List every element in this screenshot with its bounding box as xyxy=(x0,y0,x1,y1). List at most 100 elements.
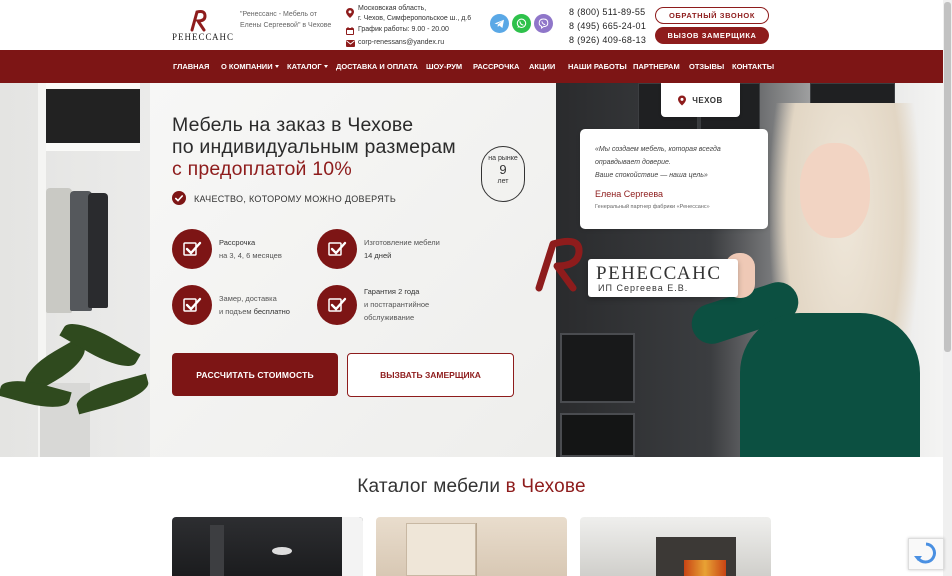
nav-item-label: ГЛАВНАЯ xyxy=(173,62,210,71)
catalog-card-wardrobes[interactable] xyxy=(376,517,567,576)
catalog-title-accent: в Чехове xyxy=(505,476,586,497)
nav-item-label: ОТЗЫВЫ xyxy=(689,62,725,71)
years-number: 9 xyxy=(499,162,507,177)
hero-title-accent: с предоплатой 10% xyxy=(172,158,352,180)
scrollbar-thumb[interactable] xyxy=(944,2,951,352)
person-body xyxy=(740,313,920,457)
card-image-detail xyxy=(476,523,477,576)
callback-button[interactable]: ОБРАТНЫЙ ЗВОНОК xyxy=(655,7,769,24)
nav-item-installment[interactable]: РАССРОЧКА xyxy=(473,62,519,71)
nav-item-delivery[interactable]: ДОСТАВКА И ОПЛАТА xyxy=(336,62,418,71)
plant-leaf xyxy=(73,373,152,415)
wardrobe-door xyxy=(406,523,476,576)
feature-title: Замер, доставка xyxy=(219,294,277,303)
nav-item-partners[interactable]: ПАРТНЕРАМ xyxy=(633,62,680,71)
feature-detail: обслуживание xyxy=(364,313,415,322)
feature-detail: 14 дней xyxy=(364,251,392,260)
feature-warranty: Гарантия 2 года и постгарантийное обслуж… xyxy=(364,285,429,324)
wardrobe-shelf xyxy=(38,143,140,151)
location-pin-icon xyxy=(346,8,354,18)
site-header: РЕНЕССАНС "Ренессанс - Мебель от Елены С… xyxy=(0,0,943,50)
nav-item-label: КАТАЛОГ xyxy=(287,62,322,71)
check-icon xyxy=(172,229,212,269)
catalog-title: Каталог мебели в Чехове xyxy=(0,476,943,498)
quote-text: «Мы создаем мебель, которая всегда оправ… xyxy=(595,143,754,182)
whatsapp-icon[interactable] xyxy=(512,14,531,33)
feature-installment: Рассрочка на 3, 4, 6 месяцев xyxy=(219,236,282,262)
telegram-icon[interactable] xyxy=(490,14,509,33)
caret-down-icon xyxy=(323,65,328,68)
location-pin-icon xyxy=(678,95,687,105)
renaissance-logo-icon xyxy=(535,237,583,292)
quote-line: «Мы создаем мебель, которая всегда xyxy=(595,146,721,153)
nav-item-contacts[interactable]: КОНТАКТЫ xyxy=(732,62,774,71)
hero-title-line: Мебель на заказ в Чехове xyxy=(172,114,414,136)
phone-list: 8 (800) 511-89-55 8 (495) 665-24-01 8 (9… xyxy=(569,5,646,47)
owner-quote-card: «Мы создаем мебель, которая всегда оправ… xyxy=(580,129,768,229)
phone-1[interactable]: 8 (800) 511-89-55 xyxy=(569,5,646,19)
nav-item-promotions[interactable]: АКЦИИ xyxy=(529,62,555,71)
sign-owner: ИП Сергеева Е.В. xyxy=(594,283,693,293)
quote-author: Елена Сергеева xyxy=(595,189,664,199)
city-name: ЧЕХОВ xyxy=(692,95,723,105)
call-measurer-hero-button[interactable]: ВЫЗВАТЬ ЗАМЕРЩИКА xyxy=(347,353,514,397)
hanging-coat xyxy=(88,193,108,308)
nav-item-label: РАССРОЧКА xyxy=(473,62,520,71)
hanging-coat xyxy=(46,188,72,313)
caret-down-icon xyxy=(274,65,279,68)
feature-title: Рассрочка xyxy=(219,238,256,247)
phone-2[interactable]: 8 (495) 665-24-01 xyxy=(569,19,646,33)
phone-3[interactable]: 8 (926) 409-68-13 xyxy=(569,33,646,47)
sign-brand-name: РЕНЕССАНС xyxy=(596,263,722,284)
wardrobe-photo xyxy=(0,83,152,457)
renaissance-logo-icon[interactable] xyxy=(186,8,210,32)
quote-line: Ваше спокойствие — наша цель» xyxy=(595,172,708,179)
recaptcha-badge[interactable] xyxy=(908,538,944,570)
catalog-card-living-rooms[interactable] xyxy=(580,517,771,576)
oven xyxy=(560,333,635,403)
oven xyxy=(560,413,635,457)
nav-item-about[interactable]: О КОМПАНИИ xyxy=(221,62,279,71)
feature-title: Изготовление мебели xyxy=(364,238,440,247)
call-measurer-button[interactable]: ВЫЗОВ ЗАМЕРЩИКА xyxy=(655,27,769,44)
card-image-detail xyxy=(210,525,224,576)
nav-item-home[interactable]: ГЛАВНАЯ xyxy=(173,62,209,71)
city-selector[interactable]: ЧЕХОВ xyxy=(661,83,740,117)
wardrobe-drawer xyxy=(46,89,140,143)
feature-title: Гарантия 2 года xyxy=(364,287,420,296)
feature-detail: на 3, 4, 6 месяцев xyxy=(219,251,282,260)
working-hours: График работы: 9.00 - 20.00 xyxy=(358,26,449,33)
check-icon xyxy=(317,285,357,325)
email-link[interactable]: corp-renessans@yandex.ru xyxy=(358,39,444,46)
address: Московская область, г. Чехов, Симферопол… xyxy=(358,4,471,24)
viber-icon[interactable] xyxy=(534,14,553,33)
nav-item-label: ПАРТНЕРАМ xyxy=(633,62,680,71)
years-on-market-badge: на рынке 9 лет xyxy=(481,146,525,202)
nav-item-label: ШОУ-РУМ xyxy=(426,62,463,71)
tagline: "Ренессанс - Мебель от Елены Сергеевой" … xyxy=(240,11,332,29)
quality-slogan: КАЧЕСТВО, КОТОРОМУ МОЖНО ДОВЕРЯТЬ xyxy=(194,194,397,204)
recaptcha-icon xyxy=(914,542,936,564)
hero-section: ЧЕХОВ «Мы создаем мебель, которая всегда… xyxy=(0,83,943,457)
nav-item-catalog[interactable]: КАТАЛОГ xyxy=(287,62,328,71)
years-label-bottom: лет xyxy=(497,178,509,185)
nav-item-label: АКЦИИ xyxy=(529,62,556,71)
feature-detail: и подъем бесплатно xyxy=(219,307,290,316)
logo-text[interactable]: РЕНЕССАНС xyxy=(172,32,234,42)
catalog-card-kitchens[interactable] xyxy=(172,517,363,576)
nav-item-reviews[interactable]: ОТЗЫВЫ xyxy=(689,62,724,71)
check-icon xyxy=(317,229,357,269)
fireplace xyxy=(684,560,726,576)
calculate-cost-button[interactable]: РАССЧИТАТЬ СТОИМОСТЬ xyxy=(172,353,338,396)
address-line-2: г. Чехов, Симферопольское ш., д.6 xyxy=(358,15,472,22)
quote-line: оправдывает доверие. xyxy=(595,159,671,166)
nav-item-our-works[interactable]: НАШИ РАБОТЫ xyxy=(568,62,627,71)
mail-icon xyxy=(346,40,355,47)
catalog-title-text: Каталог мебели xyxy=(357,476,506,497)
address-line-1: Московская область, xyxy=(358,5,427,12)
quote-author-role: Генеральный партнер фабрики «Ренессанс» xyxy=(595,204,710,210)
hero-title-line: по индивидуальным размерам xyxy=(172,136,456,158)
feature-production-time: Изготовление мебели 14 дней xyxy=(364,236,440,262)
nav-item-showroom[interactable]: ШОУ-РУМ xyxy=(426,62,462,71)
pendant-lamp xyxy=(272,547,292,555)
